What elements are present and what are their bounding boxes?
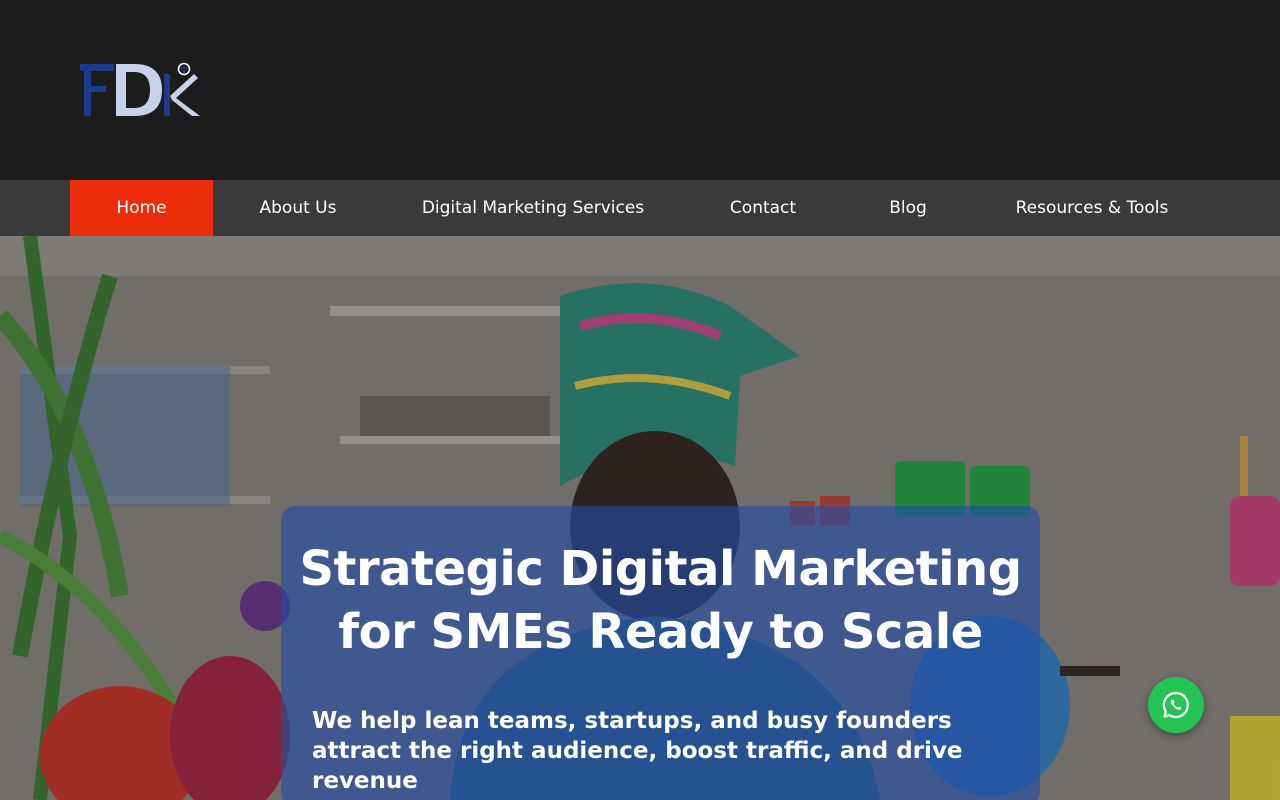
whatsapp-icon [1162, 691, 1189, 719]
nav-item-digital-marketing-services[interactable]: Digital Marketing Services [410, 180, 656, 236]
hero-title: Strategic Digital Marketing for SMEs Rea… [299, 541, 1022, 660]
nav-item-about-us[interactable]: About Us [240, 180, 356, 236]
nav-item-home[interactable]: Home [70, 180, 213, 236]
nav-item-blog[interactable]: Blog [870, 180, 946, 236]
brand-logo[interactable] [80, 58, 204, 120]
whatsapp-chat-button[interactable] [1148, 677, 1204, 733]
hero-text-card: Strategic Digital Marketing for SMEs Rea… [281, 506, 1040, 800]
site-header [0, 0, 1280, 180]
nav-item-contact[interactable]: Contact [710, 180, 816, 236]
hero-section: Strategic Digital Marketing for SMEs Rea… [0, 236, 1280, 800]
nav-item-resources-tools[interactable]: Resources & Tools [1000, 180, 1184, 236]
main-nav: Home About Us Digital Marketing Services… [0, 180, 1280, 236]
hero-subtitle: We help lean teams, startups, and busy f… [312, 708, 963, 794]
